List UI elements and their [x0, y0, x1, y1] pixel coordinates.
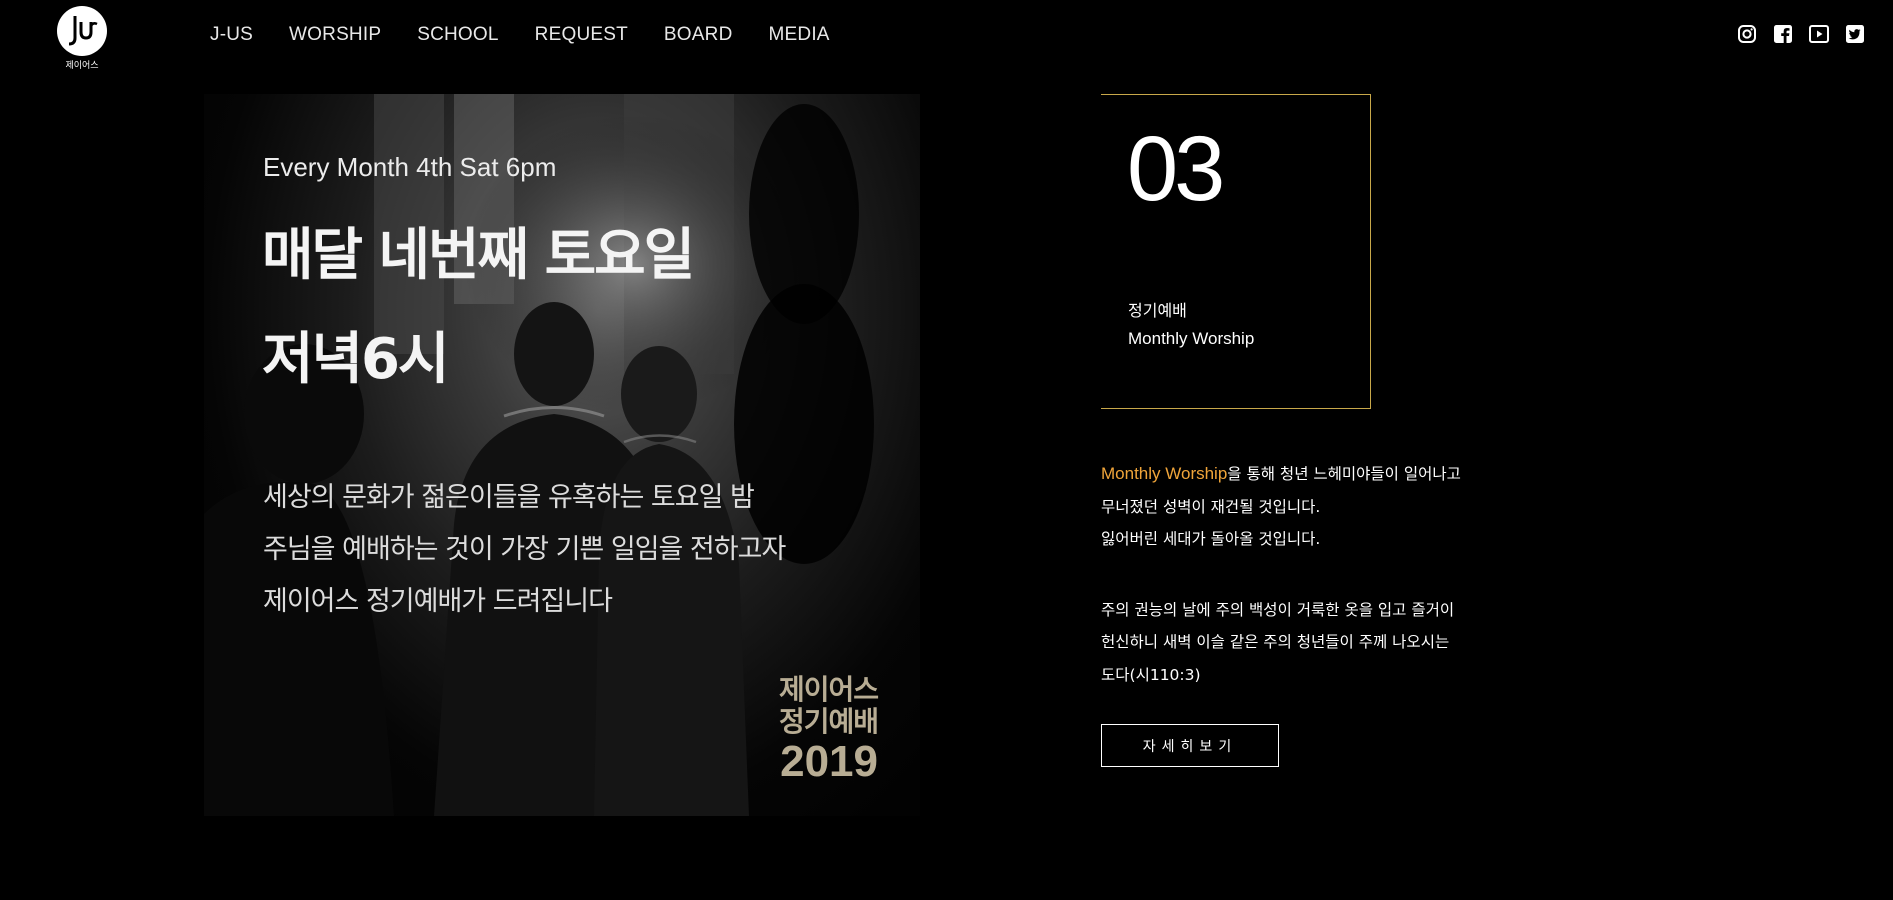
hero-subtitle: Every Month 4th Sat 6pm [263, 152, 557, 182]
desc-line-4: 주의 권능의 날에 주의 백성이 거룩한 옷을 입고 즐거이 [1101, 600, 1455, 619]
desc-line-1: Monthly Worship을 통해 청년 느헤미야들이 일어나고 [1101, 458, 1461, 491]
description: Monthly Worship을 통해 청년 느헤미야들이 일어나고 무너졌던 … [1101, 458, 1461, 691]
facebook-icon[interactable] [1773, 24, 1793, 44]
instagram-icon[interactable] [1737, 24, 1757, 44]
social-links [1721, 24, 1865, 44]
desc-line-5: 헌신하니 새벽 이슬 같은 주의 청년들이 주께 나오시는 [1101, 633, 1450, 651]
desc-line-2: 무너졌던 성벽이 재건될 것입니다. [1101, 497, 1321, 516]
hero-body: 세상의 문화가 젊은이들을 유혹하는 토요일 밤 주님을 예배하는 것이 가장 … [263, 482, 786, 617]
desc-gap [1101, 556, 1461, 594]
nav-item-request[interactable]: REQUEST [535, 24, 628, 46]
hero-banner: Every Month 4th Sat 6pm 매달 네번째 토요일 저녁6시 … [204, 94, 920, 816]
hero-title: 매달 네번째 토요일 저녁6시 [262, 223, 695, 392]
badge-line-1: 제이어스 [778, 673, 879, 706]
badge-line-2: 정기예배 [778, 705, 879, 738]
more-button[interactable]: 자세히보기 [1101, 724, 1279, 767]
info-card: 03 정기예배 Monthly Worship [1101, 94, 1371, 409]
youtube-icon[interactable] [1809, 24, 1829, 44]
main-nav: J-US WORSHIP SCHOOL REQUEST BOARD MEDIA [210, 24, 866, 46]
badge-year: 2019 [780, 737, 878, 786]
desc-line-6: 도다(시110:3) [1101, 665, 1201, 684]
logo-text: 제이어스 [65, 61, 99, 71]
jus-logo-icon [68, 16, 98, 46]
card-number: 03 [1127, 118, 1225, 220]
desc-line-3: 잃어버린 세대가 돌아올 것입니다. [1101, 530, 1321, 548]
nav-item-worship[interactable]: WORSHIP [289, 24, 381, 46]
nav-item-jus[interactable]: J-US [210, 24, 253, 46]
desc-highlight: Monthly Worship [1101, 464, 1228, 483]
desc-line-1-rest: 을 통해 청년 느헤미야들이 일어나고 [1227, 465, 1461, 483]
card-english-title: Monthly Worship [1128, 329, 1255, 348]
hero-badge: 제이어스 정기예배 2019 [778, 673, 879, 786]
card-korean-title: 정기예배 [1128, 301, 1187, 320]
nav-item-school[interactable]: SCHOOL [417, 24, 498, 46]
site-logo[interactable]: 제이어스 [55, 6, 109, 71]
nav-item-media[interactable]: MEDIA [769, 24, 830, 46]
twitter-icon[interactable] [1845, 24, 1865, 44]
nav-item-board[interactable]: BOARD [664, 24, 733, 46]
